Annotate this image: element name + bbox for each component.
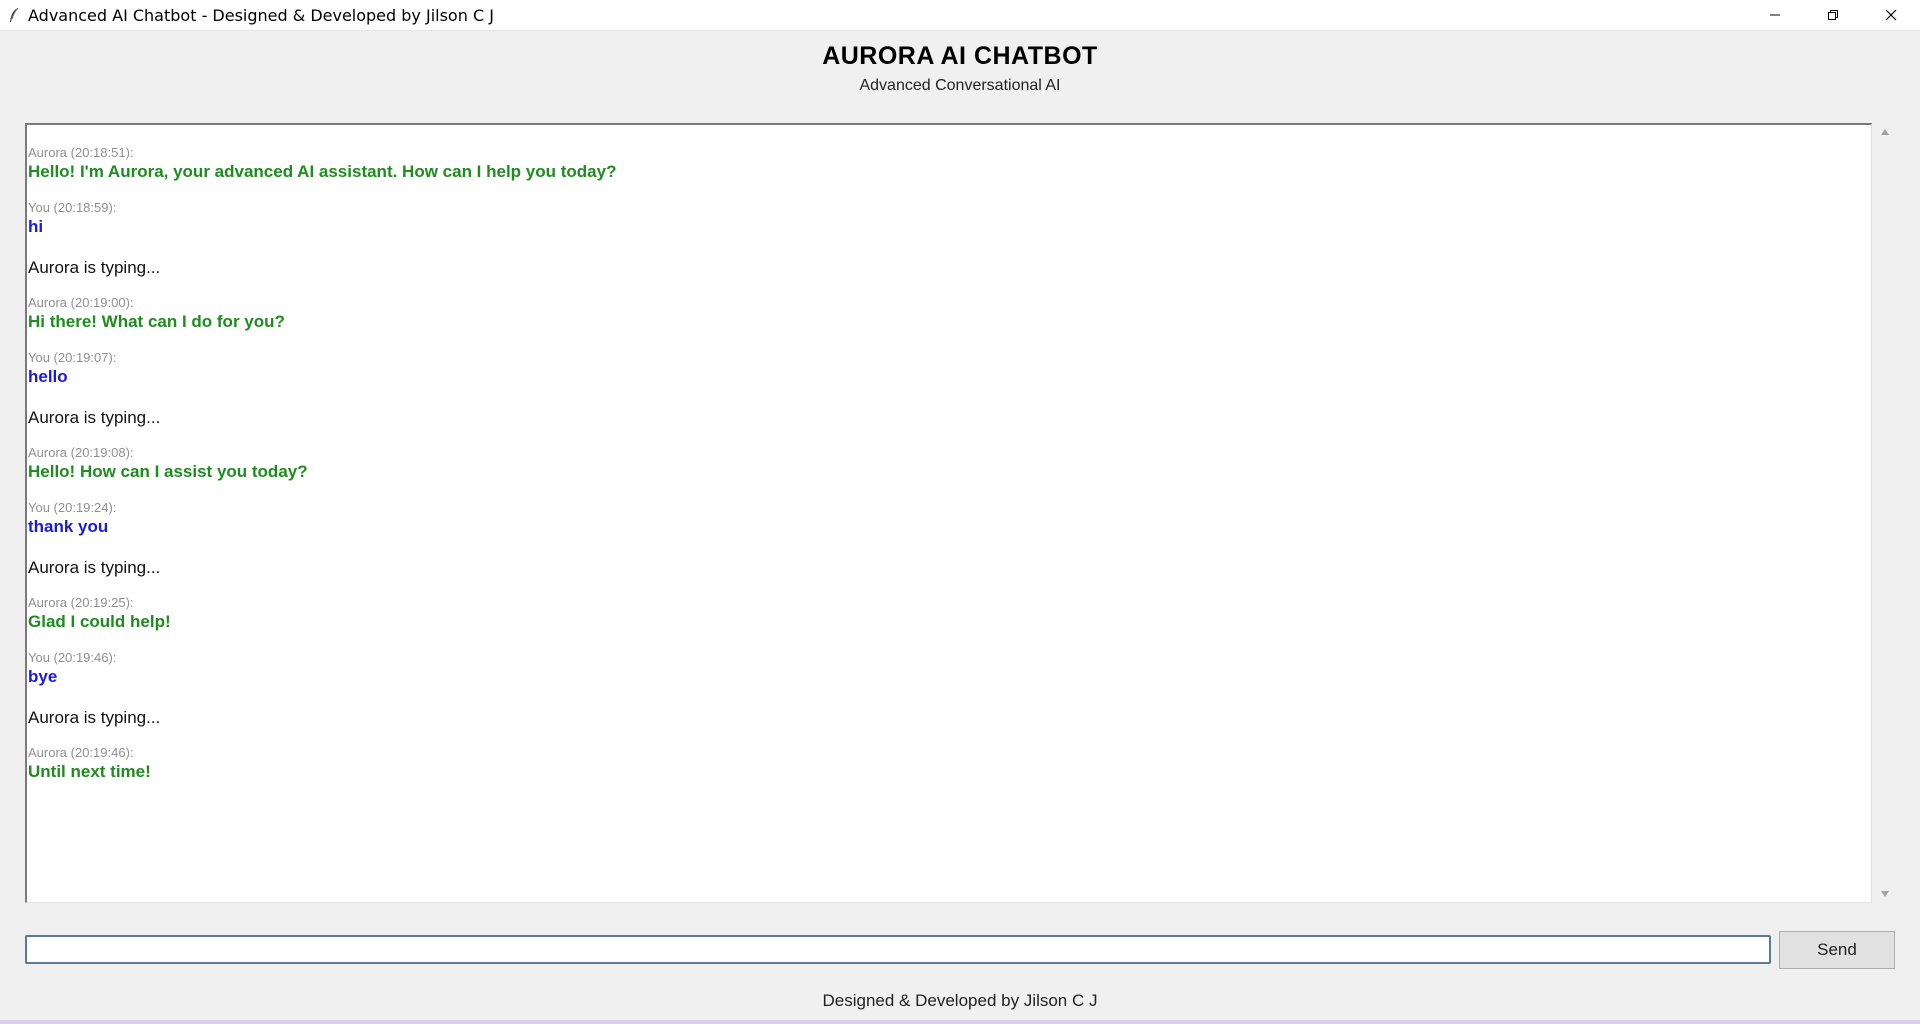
message-text: Glad I could help! xyxy=(28,612,171,631)
message-text: hi xyxy=(28,217,44,236)
arrow-up-icon xyxy=(1881,129,1889,135)
scroll-down-button[interactable] xyxy=(1874,885,1896,903)
chat-message-aurora: Aurora (20:19:08): Hello! How can I assi… xyxy=(28,445,308,483)
message-text: hello xyxy=(28,367,68,386)
minimize-icon xyxy=(1770,14,1780,16)
chat-history[interactable]: Aurora (20:18:51): Hello! I'm Aurora, yo… xyxy=(25,123,1872,903)
close-button[interactable] xyxy=(1862,0,1920,30)
chat-scrollbar[interactable] xyxy=(1874,123,1896,903)
title-bar: Advanced AI Chatbot - Designed & Develop… xyxy=(0,0,1920,31)
window-controls xyxy=(1746,0,1920,30)
close-icon xyxy=(1885,9,1897,21)
message-timestamp: You (20:19:07): xyxy=(28,350,117,365)
message-text: Until next time! xyxy=(28,762,151,781)
message-text: bye xyxy=(28,667,58,686)
message-timestamp: Aurora (20:19:00): xyxy=(28,295,134,310)
chat-message-user: You (20:19:24): thank you xyxy=(28,500,116,538)
feather-icon xyxy=(6,7,22,23)
message-text: Hello! How can I assist you today? xyxy=(28,462,308,481)
message-input[interactable] xyxy=(25,935,1771,964)
chat-message-aurora: Aurora (20:19:46): Until next time! xyxy=(28,745,151,783)
chat-message-aurora: Aurora (20:19:25): Glad I could help! xyxy=(28,595,171,633)
footer-credit: Designed & Developed by Jilson C J xyxy=(822,991,1098,1010)
message-timestamp: Aurora (20:19:08): xyxy=(28,445,134,460)
app-title: AURORA AI CHATBOT xyxy=(822,42,1098,70)
restore-icon xyxy=(1828,10,1838,20)
chat-message-user: You (20:19:07): hello xyxy=(28,350,116,388)
typing-indicator: Aurora is typing... xyxy=(28,258,161,277)
chat-message-user: You (20:19:46): bye xyxy=(28,650,116,688)
message-timestamp: Aurora (20:19:25): xyxy=(28,595,134,610)
taskbar-edge xyxy=(0,1020,1920,1024)
message-text: thank you xyxy=(28,517,109,536)
typing-indicator: Aurora is typing... xyxy=(28,408,161,427)
chat-message-aurora: Aurora (20:18:51): Hello! I'm Aurora, yo… xyxy=(28,145,616,183)
message-timestamp: You (20:19:46): xyxy=(28,650,117,665)
app-subtitle: Advanced Conversational AI xyxy=(859,77,1061,94)
message-timestamp: You (20:19:24): xyxy=(28,500,117,515)
chat-message-user: You (20:18:59): hi xyxy=(28,200,116,238)
typing-indicator: Aurora is typing... xyxy=(28,708,161,727)
message-timestamp: Aurora (20:18:51): xyxy=(28,145,134,160)
message-text: Hi there! What can I do for you? xyxy=(28,312,285,331)
chat-message-aurora: Aurora (20:19:00): Hi there! What can I … xyxy=(28,295,285,333)
scroll-up-button[interactable] xyxy=(1874,123,1896,141)
message-timestamp: You (20:18:59): xyxy=(28,200,117,215)
arrow-down-icon xyxy=(1881,891,1889,897)
message-text: Hello! I'm Aurora, your advanced AI assi… xyxy=(28,162,617,181)
message-timestamp: Aurora (20:19:46): xyxy=(28,745,134,760)
send-button[interactable]: Send xyxy=(1779,931,1895,969)
minimize-button[interactable] xyxy=(1746,0,1804,30)
restore-button[interactable] xyxy=(1804,0,1862,30)
typing-indicator: Aurora is typing... xyxy=(28,558,161,577)
window-title: Advanced AI Chatbot - Designed & Develop… xyxy=(28,5,494,25)
